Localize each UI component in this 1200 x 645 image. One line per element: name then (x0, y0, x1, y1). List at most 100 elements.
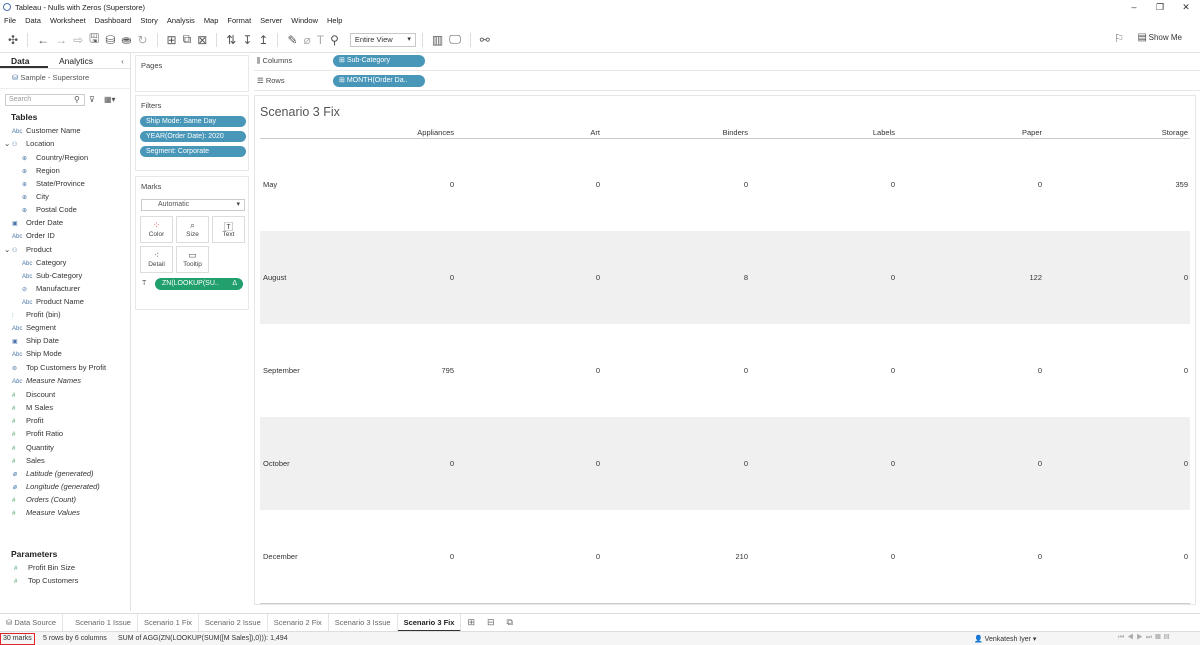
new-datasource-icon[interactable]: ⛁ (105, 33, 115, 47)
pages-card[interactable]: Pages (135, 55, 249, 92)
show-cards-icon[interactable]: ▥ (432, 33, 443, 47)
filter-pill-ship-mode[interactable]: Ship Mode: Same Day (140, 116, 246, 127)
menu-dashboard[interactable]: Dashboard (95, 16, 132, 25)
mark-type-dropdown[interactable]: Automatic (141, 199, 245, 211)
clear-sheet-icon[interactable]: ⊠ (197, 33, 207, 47)
column-header[interactable]: Labels (795, 128, 895, 137)
duplicate-sheet-icon[interactable]: ⧉ (183, 32, 192, 47)
column-header[interactable]: Appliances (354, 128, 454, 137)
menu-window[interactable]: Window (291, 16, 318, 25)
field-orders-count[interactable]: # Orders (Count) (12, 494, 76, 506)
field-longitude-generated[interactable]: ⊕ Longitude (generated) (12, 481, 100, 493)
table-cell[interactable]: 0 (835, 459, 895, 468)
table-cell[interactable]: 0 (540, 552, 600, 561)
row-header[interactable]: October (263, 459, 290, 468)
user-menu[interactable]: 👤 Venkatesh Iyer ▾ (974, 635, 1036, 643)
tab-analytics[interactable]: Analytics (48, 53, 93, 68)
minimize-icon[interactable]: – (1124, 0, 1144, 14)
table-cell[interactable]: 0 (394, 180, 454, 189)
table-cell[interactable]: 210 (688, 552, 748, 561)
replay-icon[interactable]: ⇨ (73, 33, 83, 47)
table-cell[interactable]: 359 (1128, 180, 1188, 189)
menu-analysis[interactable]: Analysis (167, 16, 195, 25)
tab-scenario-2-fix[interactable]: Scenario 2 Fix (268, 613, 329, 632)
row-header[interactable]: August (263, 273, 286, 282)
refresh-icon[interactable]: ↻ (137, 33, 147, 47)
table-cell[interactable]: 0 (1128, 273, 1188, 282)
mark-pill-zn-lookup[interactable]: ZN(LOOKUP(SU.. Δ (155, 278, 243, 290)
tab-scenario-1-issue[interactable]: Scenario 1 Issue (69, 613, 138, 632)
share-icon[interactable]: ⚯ (480, 33, 490, 47)
field-measure-names[interactable]: Abc Measure Names (12, 375, 81, 387)
table-cell[interactable]: 0 (540, 366, 600, 375)
labels-icon[interactable]: T (317, 33, 324, 47)
table-cell[interactable]: 0 (835, 180, 895, 189)
menu-map[interactable]: Map (204, 16, 219, 25)
table-cell[interactable]: 0 (394, 273, 454, 282)
field-discount[interactable]: # Discount (12, 389, 55, 401)
menu-help[interactable]: Help (327, 16, 342, 25)
table-cell[interactable]: 0 (1128, 366, 1188, 375)
table-cell[interactable]: 0 (540, 180, 600, 189)
field-product[interactable]: ⚇ Product (12, 244, 52, 256)
field-latitude-generated[interactable]: ⊕ Latitude (generated) (12, 468, 94, 480)
field-location[interactable]: ⚇ Location (12, 138, 54, 150)
expand-icon[interactable]: ⌄ (4, 138, 10, 150)
filter-pill-year[interactable]: YEAR(Order Date): 2020 (140, 131, 246, 142)
detail-button[interactable]: ⁖ Detail (140, 246, 173, 273)
field-order-date[interactable]: ▣ Order Date (12, 217, 63, 229)
search-input[interactable]: Search (5, 94, 85, 106)
parameter-top-customers[interactable]: # Top Customers (14, 575, 78, 587)
collapse-pane-icon[interactable]: ‹ (110, 53, 130, 68)
presentation-mode-icon[interactable]: 🖵 (449, 32, 461, 47)
search-icon[interactable]: ⚲ (74, 95, 80, 104)
tab-scenario-1-fix[interactable]: Scenario 1 Fix (138, 613, 199, 632)
field-top-customers-by-profit[interactable]: ⊚ Top Customers by Profit (12, 362, 106, 374)
field-product-name[interactable]: Abc Product Name (22, 296, 84, 308)
tab-data-source[interactable]: ⛁ Data Source (0, 613, 64, 632)
row-header[interactable]: December (263, 552, 298, 561)
column-header[interactable]: Binders (648, 128, 748, 137)
filter-pill-segment[interactable]: Segment: Corporate (140, 146, 246, 157)
table-cell[interactable]: 0 (688, 366, 748, 375)
tab-data[interactable]: Data (0, 53, 48, 68)
filter-icon[interactable]: ⊽ (89, 95, 95, 104)
filters-card[interactable]: Filters Ship Mode: Same Day YEAR(Order D… (135, 95, 249, 171)
field-measure-values[interactable]: # Measure Values (12, 507, 80, 519)
field-state-province[interactable]: ⊕ State/Province (22, 178, 85, 190)
table-cell[interactable]: 0 (835, 273, 895, 282)
sort-ascending-icon[interactable]: ↧ (242, 33, 252, 47)
close-icon[interactable]: ✕ (1176, 0, 1196, 14)
table-cell[interactable]: 0 (540, 459, 600, 468)
size-button[interactable]: ⌕ Size (176, 216, 209, 243)
row-header[interactable]: May (263, 180, 277, 189)
field-m-sales[interactable]: # M Sales (12, 402, 53, 414)
pause-updates-icon[interactable]: ⛂ (121, 33, 131, 47)
column-header[interactable]: Storage (1088, 128, 1188, 137)
view-options-icon[interactable]: ▦▾ (104, 95, 116, 104)
expand-icon[interactable]: ⌄ (4, 244, 10, 256)
table-cell[interactable]: 0 (540, 273, 600, 282)
table-cell[interactable]: 0 (688, 180, 748, 189)
field-postal-code[interactable]: ⊕ Postal Code (22, 204, 77, 216)
sort-descending-icon[interactable]: ↥ (258, 33, 268, 47)
menu-story[interactable]: Story (140, 16, 158, 25)
redo-icon[interactable]: → (55, 33, 67, 47)
swap-rows-columns-icon[interactable]: ⇅ (226, 33, 236, 47)
text-button[interactable]: 🅃 Text (212, 216, 245, 243)
worksheet-view[interactable]: Scenario 3 Fix Appliances Art Binders Label… (254, 95, 1196, 605)
table-cell[interactable]: 8 (688, 273, 748, 282)
menu-server[interactable]: Server (260, 16, 282, 25)
tableau-home-icon[interactable]: ✣ (8, 33, 18, 47)
highlight-icon[interactable]: ✎ (287, 33, 297, 47)
field-ship-date[interactable]: ▣ Ship Date (12, 335, 59, 347)
table-cell[interactable]: 0 (982, 366, 1042, 375)
field-profit-bin[interactable]: ⫶ Profit (bin) (12, 309, 61, 321)
menu-data[interactable]: Data (25, 16, 41, 25)
tooltip-button[interactable]: ▭ Tooltip (176, 246, 209, 273)
menu-file[interactable]: File (4, 16, 16, 25)
tab-scenario-3-fix[interactable]: Scenario 3 Fix (397, 613, 462, 632)
columns-shelf[interactable]: ⫼ Columns ⊞ Sub-Category (254, 53, 1200, 71)
datasource-item[interactable]: ⛁ Sample - Superstore (0, 69, 130, 89)
show-me-icon[interactable]: ▤ (1138, 32, 1147, 43)
